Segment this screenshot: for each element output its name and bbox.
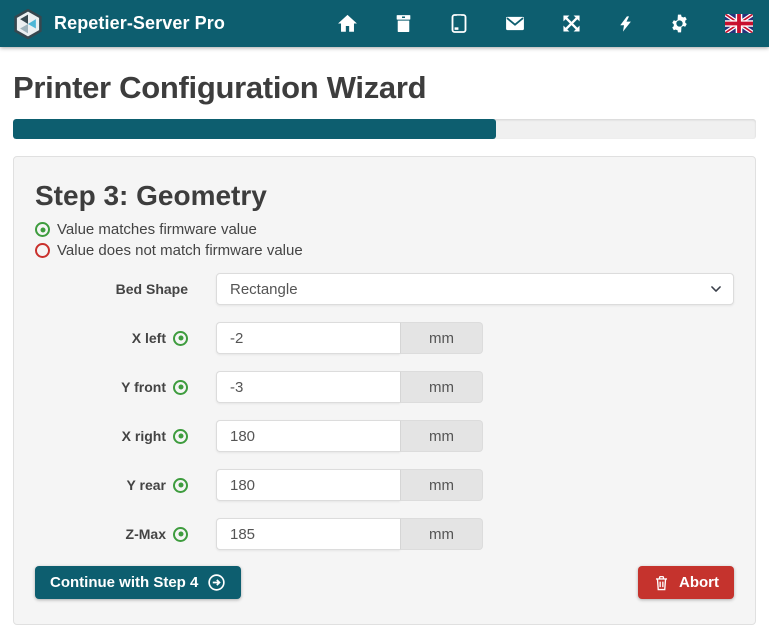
continue-button[interactable]: Continue with Step 4 <box>35 566 241 599</box>
legend-mismatch-label: Value does not match firmware value <box>57 242 303 259</box>
unit-addon: mm <box>400 322 483 354</box>
page-title: Printer Configuration Wizard <box>13 70 756 106</box>
field-input[interactable] <box>216 518 400 550</box>
unit-addon: mm <box>400 518 483 550</box>
field-label: Y front <box>121 379 166 395</box>
geometry-fields: X left mm Y front mm X right mm Y rear <box>35 322 734 550</box>
repetier-logo-icon <box>13 9 43 39</box>
firmware-legend: Value matches firmware value Value does … <box>35 219 734 261</box>
power-bolt-icon[interactable] <box>617 13 634 35</box>
field-input[interactable] <box>216 322 400 354</box>
unit-addon: mm <box>400 469 483 501</box>
arrow-right-circle-icon <box>207 573 226 592</box>
brand-title: Repetier-Server Pro <box>54 13 225 34</box>
field-label: Z-Max <box>126 526 166 542</box>
language-flag-uk-icon[interactable] <box>725 14 753 33</box>
field-input[interactable] <box>216 371 400 403</box>
step-card: Step 3: Geometry Value matches firmware … <box>13 156 756 625</box>
bed-shape-select[interactable]: Rectangle <box>216 273 734 305</box>
abort-button[interactable]: Abort <box>638 566 734 599</box>
field-label: X left <box>132 330 166 346</box>
match-icon <box>35 222 50 237</box>
match-icon <box>173 478 188 493</box>
abort-button-label: Abort <box>679 574 719 591</box>
printer-box-icon[interactable] <box>393 13 414 34</box>
field-label: X right <box>122 428 166 444</box>
geometry-field-row: Z-Max mm <box>35 518 734 550</box>
wizard-progress-bar <box>13 119 756 139</box>
match-icon <box>173 429 188 444</box>
field-input[interactable] <box>216 469 400 501</box>
bed-shape-label: Bed Shape <box>35 281 216 297</box>
actions-row: Continue with Step 4 Abort <box>35 566 734 599</box>
field-input[interactable] <box>216 420 400 452</box>
match-icon <box>173 527 188 542</box>
nav-icon-bar <box>337 13 753 35</box>
geometry-field-row: Y front mm <box>35 371 734 403</box>
settings-gear-icon[interactable] <box>669 13 690 34</box>
legend-match-label: Value matches firmware value <box>57 221 257 238</box>
match-icon <box>173 331 188 346</box>
home-icon[interactable] <box>337 13 358 34</box>
geometry-field-row: X right mm <box>35 420 734 452</box>
legend-match-row: Value matches firmware value <box>35 219 734 240</box>
wizard-progress-fill <box>13 119 496 139</box>
geometry-field-row: X left mm <box>35 322 734 354</box>
top-navbar: Repetier-Server Pro <box>0 0 769 47</box>
step-title: Step 3: Geometry <box>35 179 734 213</box>
expand-arrows-icon[interactable] <box>561 13 582 34</box>
unit-addon: mm <box>400 371 483 403</box>
field-label: Y rear <box>127 477 166 493</box>
unit-addon: mm <box>400 420 483 452</box>
legend-mismatch-row: Value does not match firmware value <box>35 240 734 261</box>
messages-icon[interactable] <box>504 13 526 34</box>
geometry-field-row: Y rear mm <box>35 469 734 501</box>
continue-button-label: Continue with Step 4 <box>50 574 198 591</box>
touchscreen-icon[interactable] <box>449 13 469 34</box>
bed-shape-row: Bed Shape Rectangle <box>35 273 734 305</box>
brand-link[interactable]: Repetier-Server Pro <box>13 9 225 39</box>
match-icon <box>173 380 188 395</box>
mismatch-icon <box>35 243 50 258</box>
trash-icon <box>653 574 670 592</box>
